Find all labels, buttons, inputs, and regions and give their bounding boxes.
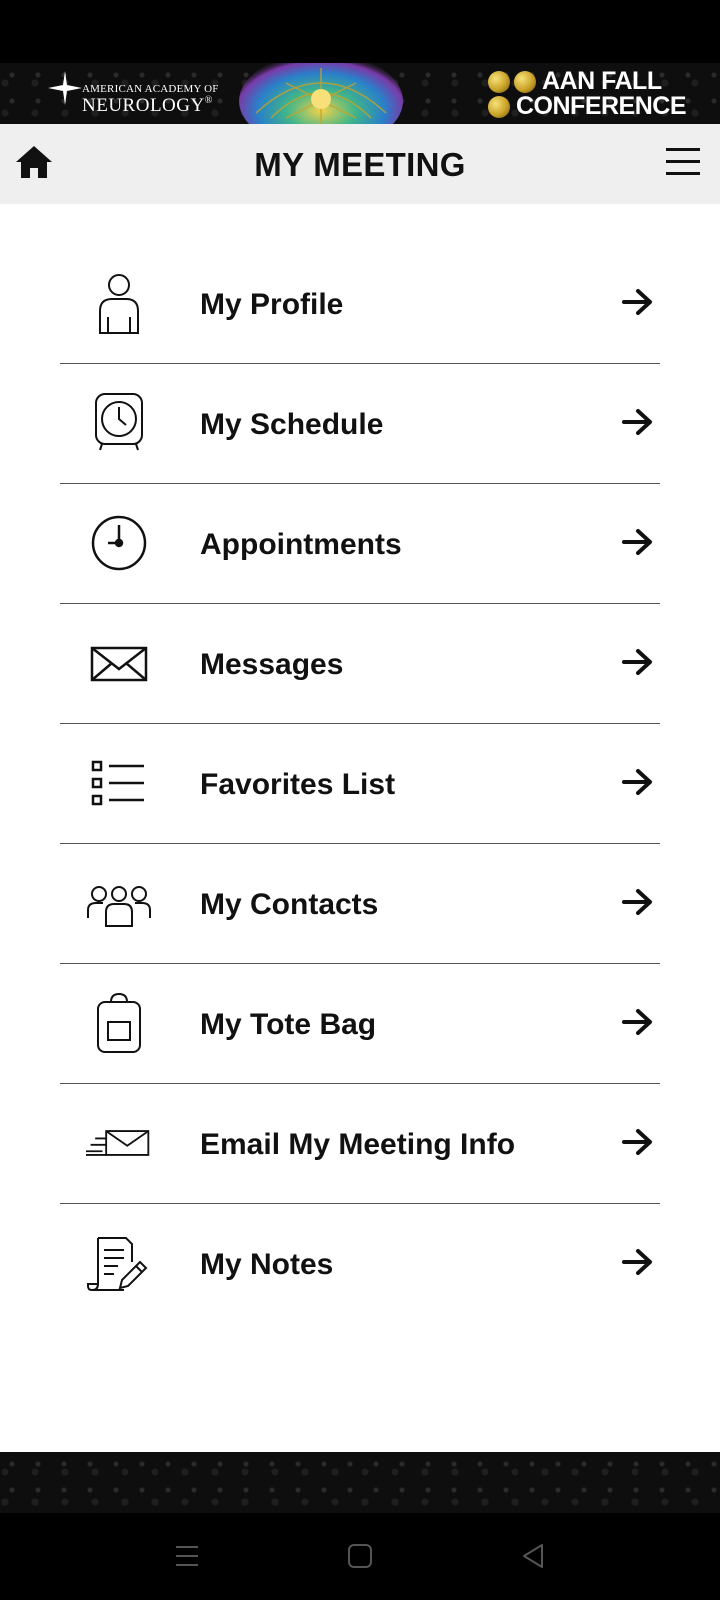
recent-apps-icon[interactable] bbox=[172, 1541, 202, 1571]
conference-title-line2: CONFERENCE bbox=[516, 92, 687, 120]
menu-item-email-my-meeting-info[interactable]: Email My Meeting Info bbox=[60, 1084, 660, 1204]
menu-item-label: Email My Meeting Info bbox=[200, 1128, 516, 1161]
arrow-right-icon bbox=[622, 289, 652, 315]
menu-item-appointments[interactable]: Appointments bbox=[60, 484, 660, 604]
menu-item-label: My Contacts bbox=[200, 888, 379, 921]
menu-item-label: My Schedule bbox=[200, 408, 384, 441]
hamburger-menu-icon bbox=[666, 148, 700, 151]
arrow-right-icon bbox=[622, 649, 652, 675]
gold-ball-icon bbox=[488, 71, 510, 93]
star-icon bbox=[48, 71, 82, 105]
menu-item-label: My Profile bbox=[200, 288, 344, 321]
menu-item-my-schedule[interactable]: My Schedule bbox=[60, 364, 660, 484]
arrow-right-icon bbox=[622, 769, 652, 795]
aan-logo: AMERICAN ACADEMY OF NEUROLOGY® bbox=[48, 69, 218, 119]
menu-item-favorites-list[interactable]: Favorites List bbox=[60, 724, 660, 844]
brain-artwork bbox=[239, 63, 403, 124]
notes-pencil-icon bbox=[86, 1232, 152, 1294]
group-icon bbox=[86, 872, 152, 934]
aan-org-line1: AMERICAN ACADEMY OF bbox=[82, 83, 219, 95]
conference-banner[interactable]: AMERICAN ACADEMY OF NEUROLOGY® AAN FALL … bbox=[0, 63, 720, 124]
menu-item-label: Appointments bbox=[200, 528, 402, 561]
menu-item-my-contacts[interactable]: My Contacts bbox=[60, 844, 660, 964]
clock-icon bbox=[86, 512, 152, 574]
conference-logo: AAN FALL CONFERENCE bbox=[488, 67, 688, 121]
send-mail-icon bbox=[86, 1112, 152, 1174]
back-nav-icon[interactable] bbox=[518, 1541, 548, 1571]
arrow-right-icon bbox=[622, 889, 652, 915]
arrow-right-icon bbox=[622, 1009, 652, 1035]
person-icon bbox=[86, 272, 152, 334]
gold-ball-icon bbox=[514, 71, 536, 93]
app-header: MY MEETING bbox=[0, 124, 720, 204]
menu-item-my-tote-bag[interactable]: My Tote Bag bbox=[60, 964, 660, 1084]
home-nav-icon[interactable] bbox=[345, 1541, 375, 1571]
menu-item-label: Messages bbox=[200, 648, 344, 681]
alarm-clock-icon bbox=[86, 392, 152, 454]
page-title: MY MEETING bbox=[254, 146, 466, 183]
menu-item-label: Favorites List bbox=[200, 768, 396, 801]
arrow-right-icon bbox=[622, 529, 652, 555]
menu-item-label: My Notes bbox=[200, 1248, 334, 1281]
arrow-right-icon bbox=[622, 1249, 652, 1275]
hamburger-menu-button[interactable] bbox=[666, 148, 700, 178]
menu-item-messages[interactable]: Messages bbox=[60, 604, 660, 724]
menu-item-my-notes[interactable]: My Notes bbox=[60, 1204, 660, 1324]
menu-item-label: My Tote Bag bbox=[200, 1008, 377, 1041]
aan-org-line2: NEUROLOGY® bbox=[82, 95, 213, 116]
my-meeting-menu: My Profile My Schedule Appointments Mess… bbox=[60, 244, 660, 1324]
checklist-icon bbox=[86, 752, 152, 814]
footer-pattern-band bbox=[0, 1452, 720, 1513]
envelope-icon bbox=[86, 632, 152, 694]
system-nav-bar bbox=[0, 1513, 720, 1600]
tote-bag-icon bbox=[86, 992, 152, 1054]
arrow-right-icon bbox=[622, 409, 652, 435]
conference-title-line1: AAN FALL bbox=[542, 67, 662, 95]
arrow-right-icon bbox=[622, 1129, 652, 1155]
status-bar bbox=[0, 0, 720, 63]
menu-item-my-profile[interactable]: My Profile bbox=[60, 244, 660, 364]
gold-ball-icon bbox=[488, 96, 510, 118]
